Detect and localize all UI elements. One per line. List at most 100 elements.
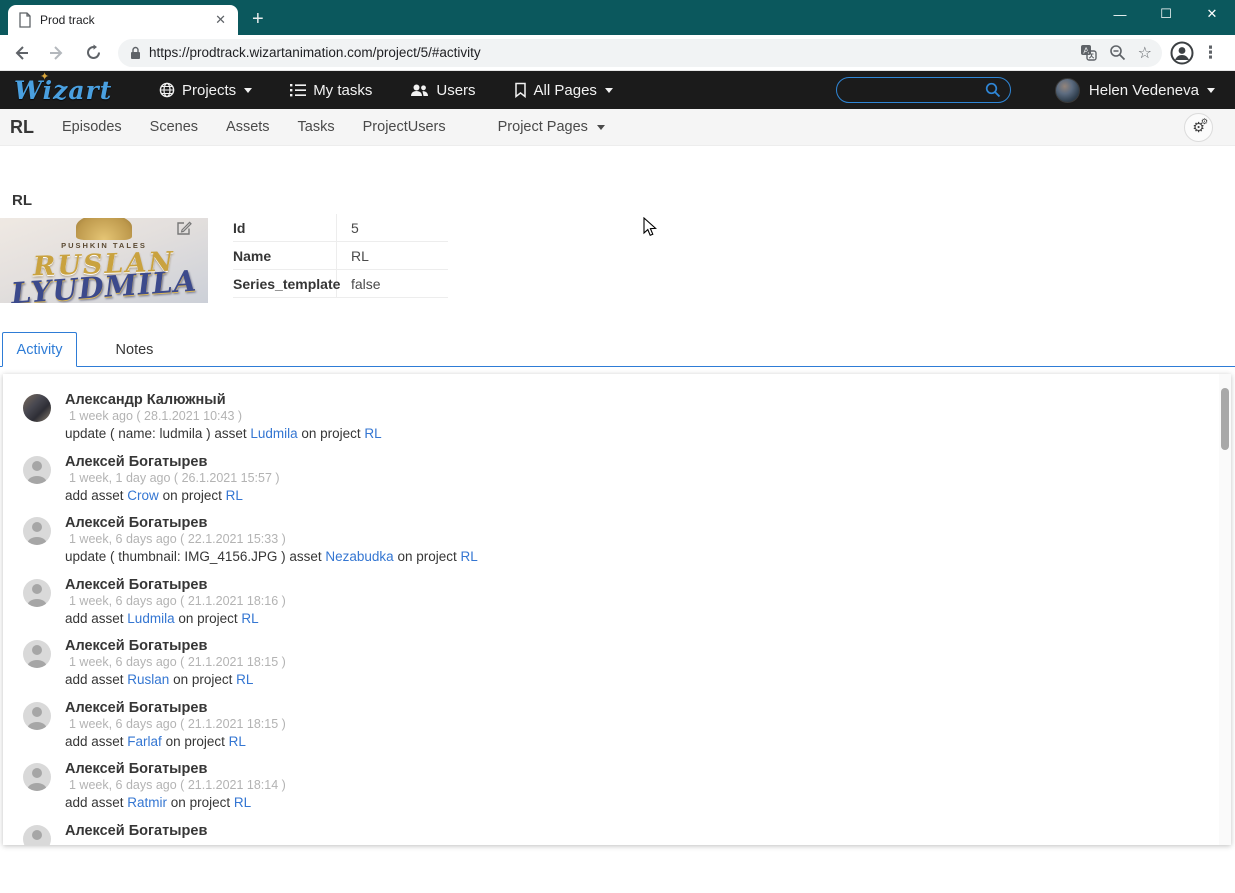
activity-action-pre: add asset xyxy=(65,795,128,810)
project-link[interactable]: RL xyxy=(461,549,478,564)
pnav-item-assets[interactable]: Assets xyxy=(212,109,284,146)
activity-panel: Александр Калюжный 1 week ago ( 28.1.202… xyxy=(3,374,1231,845)
browser-menu-icon[interactable]: ⋮ xyxy=(1194,43,1227,63)
app-navbar: Wizart ✦ Projects My tasks Users All Pag… xyxy=(0,71,1235,109)
activity-action-pre: add asset xyxy=(65,610,128,626)
maximize-icon[interactable]: ☐ xyxy=(1143,0,1189,28)
poster-helmet-graphic xyxy=(76,218,132,240)
activity-action-line: add asset Ludmila on project RL xyxy=(65,610,286,628)
asset-link[interactable]: Ludmila xyxy=(250,426,297,441)
logo-text: Wizart xyxy=(14,75,113,105)
translate-icon[interactable]: A xyxy=(1080,44,1097,61)
activity-action-mid: on project xyxy=(158,487,226,503)
activity-action-pre: add asset xyxy=(65,672,128,687)
pnav-item-scenes[interactable]: Scenes xyxy=(136,109,212,146)
nav-item-label: Users xyxy=(436,81,476,99)
field-label: Id xyxy=(233,214,337,241)
tab-activity[interactable]: Activity xyxy=(2,332,77,367)
tasks-icon xyxy=(290,84,307,97)
project-link[interactable]: RL xyxy=(241,611,258,626)
activity-action-pre: add asset xyxy=(65,487,128,503)
nav-item-label: Projects xyxy=(182,81,237,99)
reload-icon[interactable] xyxy=(78,38,108,68)
activity-user-name: Александр Калюжный xyxy=(65,392,226,408)
activity-action-line: add asset Crow on project RL xyxy=(65,487,280,505)
activity-scrollbar[interactable] xyxy=(1219,374,1231,845)
asset-link[interactable]: Ludmila xyxy=(127,611,174,626)
page-title: RL xyxy=(12,192,32,209)
new-tab-button[interactable]: + xyxy=(252,9,264,29)
asset-link[interactable]: Farlaf xyxy=(127,734,162,749)
activity-action-mid: on project xyxy=(161,733,229,749)
wizart-logo[interactable]: Wizart ✦ xyxy=(14,71,114,105)
navbar-search[interactable] xyxy=(835,77,1011,103)
zoom-out-icon[interactable] xyxy=(1109,44,1126,61)
activity-user-name: Алексей Богатырев xyxy=(65,453,208,470)
activity-action-mid: on project xyxy=(393,549,461,564)
activity-user-name: Алексей Богатырев xyxy=(65,515,208,531)
project-link[interactable]: RL xyxy=(229,734,246,749)
forward-icon[interactable] xyxy=(42,38,72,68)
activity-item: Алексей Богатырев 1 week, 6 days ago ( 2… xyxy=(23,515,1201,577)
search-icon[interactable] xyxy=(985,82,1001,98)
search-input[interactable] xyxy=(848,82,985,98)
users-icon xyxy=(411,84,429,96)
project-link[interactable]: RL xyxy=(364,426,381,441)
back-icon[interactable] xyxy=(6,38,36,68)
url-bar[interactable]: https://prodtrack.wizartanimation.com/pr… xyxy=(118,38,1162,67)
activity-action-mid: on project xyxy=(174,610,242,626)
project-link[interactable]: RL xyxy=(234,795,251,810)
project-brand[interactable]: RL xyxy=(10,117,34,138)
avatar xyxy=(23,701,51,730)
nav-item-all-pages[interactable]: All Pages xyxy=(495,71,632,109)
activity-action-mid: on project xyxy=(169,672,237,687)
project-link[interactable]: RL xyxy=(236,672,253,687)
pnav-dropdown-label: Project Pages xyxy=(497,119,588,135)
activity-action-line: update ( thumbnail: IMG_4156.JPG ) asset… xyxy=(65,548,478,566)
browser-titlebar: Prod track ✕ + — ☐ ✕ xyxy=(0,0,1235,35)
scrollbar-thumb[interactable] xyxy=(1221,388,1229,450)
pnav-item-tasks[interactable]: Tasks xyxy=(284,109,349,146)
tab-notes[interactable]: Notes xyxy=(97,332,172,367)
pnav-item-episodes[interactable]: Episodes xyxy=(48,109,136,146)
user-avatar xyxy=(1054,77,1080,103)
activity-item: Алексей Богатырев 1 week, 6 days ago ( 2… xyxy=(23,700,1201,762)
activity-action-pre: add asset xyxy=(65,733,128,749)
asset-link[interactable]: Crow xyxy=(127,488,159,503)
browser-tab[interactable]: Prod track ✕ xyxy=(8,5,238,35)
edit-thumbnail-button[interactable] xyxy=(174,218,194,238)
url-text: https://prodtrack.wizartanimation.com/pr… xyxy=(149,45,481,60)
asset-link[interactable]: Ratmir xyxy=(127,795,167,810)
avatar xyxy=(23,455,51,484)
activity-timestamp: 1 week, 1 day ago ( 26.1.2021 15:57 ) xyxy=(69,470,280,485)
tab-close-icon[interactable]: ✕ xyxy=(211,10,230,30)
pnav-project-pages-dropdown[interactable]: Project Pages xyxy=(484,109,619,146)
nav-item-label: My tasks xyxy=(313,81,373,99)
table-row: Id 5 xyxy=(233,214,448,242)
activity-user-name: Алексей Богатырев xyxy=(65,822,208,839)
activity-timestamp: 1 week, 6 days ago ( 22.1.2021 15:33 ) xyxy=(69,532,286,546)
activity-item: Алексей Богатырев 1 week, 1 day ago ( 26… xyxy=(23,454,1201,516)
asset-link[interactable]: Ruslan xyxy=(127,672,169,687)
minimize-icon[interactable]: — xyxy=(1097,0,1143,28)
avatar xyxy=(23,578,51,607)
nav-item-my-tasks[interactable]: My tasks xyxy=(271,71,391,109)
pnav-item-projectusers[interactable]: ProjectUsers xyxy=(349,109,460,146)
project-settings-button[interactable]: ⚙ ⚙ xyxy=(1184,112,1213,142)
nav-item-users[interactable]: Users xyxy=(391,71,494,109)
project-link[interactable]: RL xyxy=(226,488,243,503)
avatar xyxy=(23,824,51,845)
avatar xyxy=(23,640,51,668)
close-icon[interactable]: ✕ xyxy=(1189,0,1235,28)
user-menu[interactable]: Helen Vedeneva xyxy=(1054,77,1215,103)
activity-item: Алексей Богатырев 1 week, 6 days ago ( 2… xyxy=(23,577,1201,639)
nav-item-projects[interactable]: Projects xyxy=(140,71,271,109)
bookmark-star-icon[interactable]: ☆ xyxy=(1138,43,1152,63)
asset-link[interactable]: Nezabudka xyxy=(325,549,393,564)
field-value: RL xyxy=(351,247,369,264)
chevron-down-icon xyxy=(1207,87,1215,93)
project-navbar: RL Episodes Scenes Assets Tasks ProjectU… xyxy=(0,109,1235,146)
avatar xyxy=(23,394,51,422)
table-row: Name RL xyxy=(233,242,448,270)
browser-profile-icon[interactable] xyxy=(1170,41,1194,65)
